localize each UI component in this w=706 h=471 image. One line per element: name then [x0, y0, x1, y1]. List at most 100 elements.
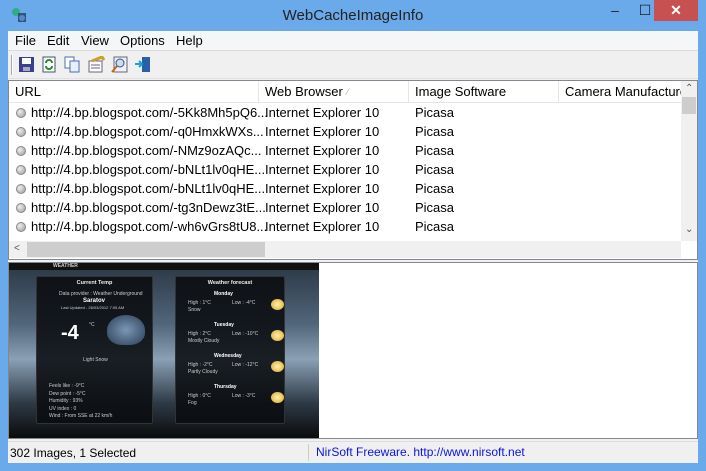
cell-image-software: Picasa: [415, 181, 455, 196]
cell-web-browser: Internet Explorer 10: [265, 181, 380, 196]
day-name: Wednesday: [214, 353, 242, 359]
day-high: High : 2°C: [188, 331, 211, 337]
cell-web-browser: Internet Explorer 10: [265, 219, 380, 234]
status-count: 302 Images, 1 Selected: [10, 446, 137, 460]
cell-url: http://4.bp.blogspot.com/-bNLt1lv0qHE...: [31, 181, 266, 196]
menu-help[interactable]: Help: [176, 33, 203, 48]
day-name: Tuesday: [214, 322, 234, 328]
condition: Light Snow: [83, 357, 108, 363]
cell-image-software: Picasa: [415, 162, 455, 177]
current-temp: -4: [61, 322, 79, 344]
table-row[interactable]: http://4.bp.blogspot.com/-bNLt1lv0qHE...…: [9, 179, 681, 198]
find-icon[interactable]: [111, 56, 128, 73]
day-condition: Snow: [188, 307, 201, 313]
menu-edit[interactable]: Edit: [47, 33, 69, 48]
vertical-scroll-thumb[interactable]: [682, 97, 696, 114]
horizontal-scrollbar[interactable]: <: [9, 241, 681, 258]
panel-title: Current Temp: [76, 280, 113, 286]
column-header-image-software[interactable]: Image Software: [409, 81, 559, 102]
cell-url: http://4.bp.blogspot.com/-5Kk8Mh5pQ6...: [31, 105, 269, 120]
temp-unit: °C: [89, 322, 95, 328]
cell-image-software: Picasa: [415, 219, 455, 234]
toolbar: [8, 52, 698, 79]
image-list: URL Web Browser ⁄ Image Software Camera M…: [8, 80, 698, 260]
weather-icon: [271, 299, 284, 310]
weather-icon: [271, 330, 284, 341]
weather-detail: Dew point : -5°C: [49, 390, 86, 397]
weather-detail: UV index : 0: [49, 405, 77, 412]
cell-image-software: Picasa: [415, 105, 455, 120]
toolbar-grip: [11, 55, 13, 75]
panel-title: Weather forecast: [207, 280, 253, 286]
table-row[interactable]: http://4.bp.blogspot.com/-q0HmxkWXs... I…: [9, 122, 681, 141]
table-row[interactable]: http://4.bp.blogspot.com/-NMz9ozAQc... I…: [9, 141, 681, 160]
horizontal-scroll-thumb[interactable]: [27, 242, 265, 257]
properties-icon[interactable]: [88, 55, 106, 73]
status-bar: 302 Images, 1 Selected NirSoft Freeware.…: [8, 441, 698, 463]
provider: Data provider : Weather Underground: [59, 291, 143, 297]
scroll-left-icon[interactable]: <: [14, 243, 20, 254]
item-icon: [16, 165, 26, 175]
column-header-url[interactable]: URL: [9, 81, 259, 102]
item-icon: [16, 222, 26, 232]
menu-view[interactable]: View: [81, 33, 109, 48]
day-high: High : 1°C: [188, 300, 211, 306]
preview-tab-label: WEATHER: [53, 263, 78, 269]
table-row[interactable]: http://4.bp.blogspot.com/-tg3nDewz3tE...…: [9, 198, 681, 217]
menu-bar: File Edit View Options Help: [8, 31, 698, 51]
column-header-camera-manufacturer[interactable]: Camera Manufacturer: [559, 81, 681, 102]
nirsoft-link[interactable]: NirSoft Freeware. http://www.nirsoft.net: [316, 445, 525, 459]
save-icon[interactable]: [18, 56, 35, 73]
menu-options[interactable]: Options: [120, 33, 165, 48]
close-button[interactable]: ✕: [654, 0, 698, 21]
weather-detail: Humidity : 93%: [49, 398, 83, 404]
weather-icon: [271, 361, 284, 372]
cell-url: http://4.bp.blogspot.com/-tg3nDewz3tE...: [31, 200, 266, 215]
day-low: Low : -4°C: [232, 300, 256, 306]
preview-image: WEATHER Current Temp Data provider : Wea…: [9, 263, 319, 438]
forecast-panel: Weather forecast Monday High : 1°C Low :…: [175, 276, 285, 424]
client-area: File Edit View Options Help URL Web Brow…: [8, 31, 698, 463]
day-low: Low : -10°C: [232, 331, 259, 337]
image-preview-pane: WEATHER Current Temp Data provider : Wea…: [8, 262, 698, 439]
exit-icon[interactable]: [134, 56, 151, 73]
weather-detail: Wind : From SSE at 22 km/h: [49, 413, 113, 419]
table-row[interactable]: http://4.bp.blogspot.com/-wh6vGrs8tU8...…: [9, 217, 681, 236]
table-row[interactable]: http://4.bp.blogspot.com/-bNLt1lv0qHE...…: [9, 160, 681, 179]
minimize-button[interactable]: ‒: [600, 0, 630, 21]
cell-url: http://4.bp.blogspot.com/-q0HmxkWXs...: [31, 124, 264, 139]
day-name: Monday: [214, 291, 233, 297]
cell-url: http://4.bp.blogspot.com/-wh6vGrs8tU8...: [31, 219, 268, 234]
item-icon: [16, 184, 26, 194]
scroll-up-icon[interactable]: ⌃: [685, 83, 693, 94]
status-divider: [308, 444, 309, 461]
cell-web-browser: Internet Explorer 10: [265, 200, 380, 215]
list-header: URL Web Browser ⁄ Image Software Camera M…: [9, 81, 681, 103]
cell-image-software: Picasa: [415, 200, 455, 215]
item-icon: [16, 127, 26, 137]
cell-url: http://4.bp.blogspot.com/-NMz9ozAQc...: [31, 143, 262, 158]
weather-icon: [271, 392, 284, 403]
cell-web-browser: Internet Explorer 10: [265, 143, 380, 158]
menu-file[interactable]: File: [15, 33, 36, 48]
day-name: Thursday: [214, 384, 237, 390]
refresh-icon[interactable]: [41, 56, 58, 73]
copy-icon[interactable]: [64, 56, 81, 73]
day-low: Low : -12°C: [232, 362, 259, 368]
column-label: Web Browser: [265, 84, 343, 99]
day-condition: Mostly Cloudy: [188, 338, 220, 344]
cell-web-browser: Internet Explorer 10: [265, 105, 380, 120]
scroll-down-icon[interactable]: ⌄: [685, 224, 693, 235]
day-condition: Partly Cloudy: [188, 369, 218, 375]
item-icon: [16, 108, 26, 118]
table-row[interactable]: http://4.bp.blogspot.com/-5Kk8Mh5pQ6... …: [9, 103, 681, 122]
day-high: High : 0°C: [188, 393, 211, 399]
vertical-scrollbar[interactable]: ⌃ ⌄: [681, 81, 697, 241]
day-high: High : -2°C: [188, 362, 213, 368]
weather-detail: Feels like : -9°C: [49, 383, 85, 389]
column-header-web-browser[interactable]: Web Browser ⁄: [259, 81, 409, 102]
cell-web-browser: Internet Explorer 10: [265, 162, 380, 177]
item-icon: [16, 203, 26, 213]
title-bar: WebCacheImageInfo ‒ ☐ ✕: [0, 0, 706, 31]
updated: Last Updated - 26/03/2012 7:05 AM: [61, 305, 125, 310]
